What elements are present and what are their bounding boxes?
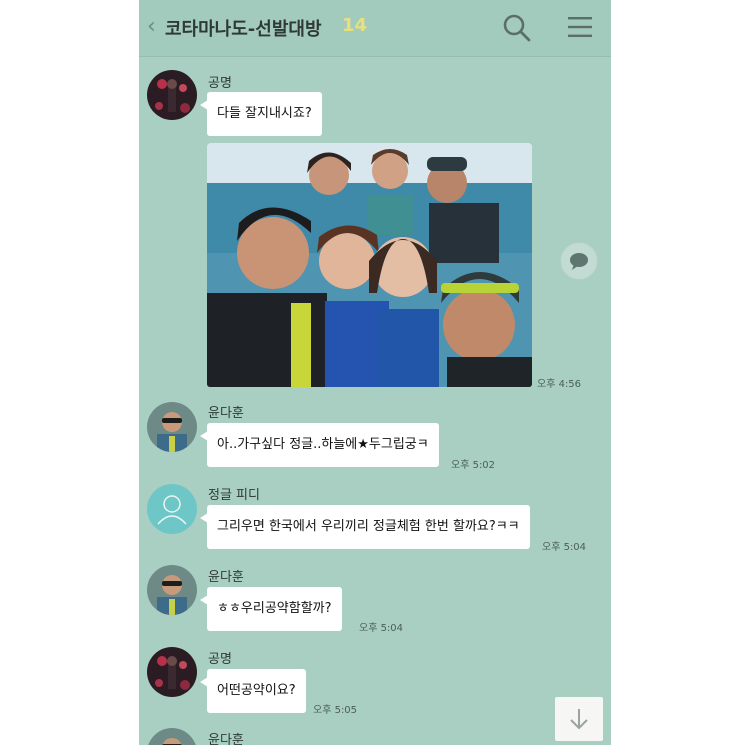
speech-bubble-icon[interactable]: [560, 242, 598, 280]
avatar-image: [147, 70, 197, 120]
message-bubble[interactable]: 아..가구싶다 정글..하늘에★두그립궁ㅋ: [200, 423, 439, 467]
chat-header: ‹ 코타마나도-선발대방 14: [139, 0, 611, 57]
message-time: 오후 4:56: [537, 379, 582, 390]
message-time: 오후 5:05: [313, 705, 358, 716]
avatar[interactable]: [147, 647, 197, 697]
sender-name: 정글 피디: [208, 488, 260, 503]
avatar[interactable]: [147, 728, 197, 745]
avatar-image: [147, 647, 197, 697]
message-time: 오후 5:04: [542, 542, 587, 553]
message-time: 오후 5:02: [451, 460, 496, 471]
message-bubble[interactable]: 다들 잘지내시죠?: [200, 92, 322, 136]
avatar[interactable]: [147, 70, 197, 120]
group-selfie-image: [207, 143, 532, 387]
member-count: 14: [342, 15, 368, 36]
sender-name: 공명: [208, 76, 232, 91]
avatar-image: [147, 565, 197, 615]
search-icon[interactable]: [501, 12, 533, 44]
message-bubble[interactable]: ㅎㅎ우리공약함할까?: [200, 587, 342, 631]
avatar-image: [147, 728, 197, 745]
avatar[interactable]: [147, 565, 197, 615]
message-bubble[interactable]: 어떤공약이요?: [200, 669, 306, 713]
sender-name: 윤다훈: [208, 406, 244, 421]
shared-photo[interactable]: [207, 143, 532, 387]
avatar[interactable]: [147, 402, 197, 452]
avatar[interactable]: [147, 484, 197, 534]
back-button[interactable]: ‹: [147, 14, 156, 39]
message-bubble[interactable]: 그리우면 한국에서 우리끼리 정글체험 한번 할까요?ㅋㅋ: [200, 505, 530, 549]
default-profile-icon: [157, 495, 187, 525]
sender-name: 공명: [208, 652, 232, 667]
message-time: 오후 5:04: [359, 623, 404, 634]
sender-name: 윤다훈: [208, 570, 244, 585]
menu-icon[interactable]: [567, 15, 593, 39]
chat-screen: ‹ 코타마나도-선발대방 14 공명 다들 잘지내시죠? 오후 4:56 윤다훈…: [139, 0, 611, 745]
avatar-image: [147, 402, 197, 452]
sender-name: 윤다훈: [208, 733, 244, 745]
chat-room-title: 코타마나도-선발대방: [165, 19, 322, 40]
arrow-down-icon[interactable]: [555, 697, 603, 741]
